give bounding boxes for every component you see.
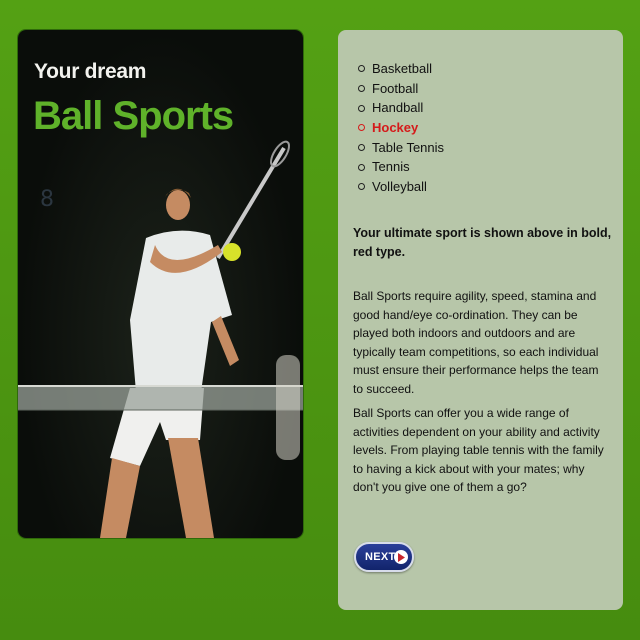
sport-label: Handball (372, 100, 424, 116)
hero-photo: 8 Your dream Ball Sports (18, 30, 303, 538)
sport-label: Hockey (372, 120, 419, 136)
radio-bullet-icon (358, 163, 365, 171)
sport-label: Football (372, 80, 419, 96)
next-button[interactable]: NEXT (354, 542, 414, 572)
sport-item-table-tennis[interactable]: Table Tennis (356, 138, 444, 158)
radio-bullet-icon (358, 124, 365, 132)
sport-item-volleyball[interactable]: Volleyball (356, 177, 444, 197)
info-panel: Basketball Football Handball Hockey Tabl… (338, 30, 623, 610)
hero-subtitle: Your dream (34, 60, 147, 83)
sport-label: Tennis (372, 159, 410, 175)
radio-bullet-icon (358, 85, 365, 93)
radio-bullet-icon (358, 183, 365, 191)
sport-label: Basketball (372, 61, 432, 76)
hero-title: Ball Sports (33, 94, 234, 138)
sport-item-football[interactable]: Football (356, 79, 444, 99)
description-paragraph-2: Ball Sports can offer you a wide range o… (353, 406, 604, 494)
sport-item-tennis[interactable]: Tennis (356, 157, 444, 177)
next-button-label: NEXT (365, 551, 396, 563)
sport-item-handball[interactable]: Handball (356, 98, 444, 118)
ultimate-sport-note: Your ultimate sport is shown above in bo… (353, 226, 612, 259)
radio-bullet-icon (358, 104, 365, 112)
app-frame: 8 Your dream Ball Sports Basketball Foot… (0, 0, 640, 640)
svg-text:8: 8 (40, 187, 54, 212)
sport-label: Table Tennis (372, 139, 445, 155)
radio-bullet-icon (358, 65, 365, 73)
sports-list: Basketball Football Handball Hockey Tabl… (356, 59, 444, 197)
description-paragraph-1: Ball Sports require agility, speed, stam… (353, 289, 599, 396)
radio-bullet-icon (358, 144, 365, 152)
sport-item-basketball[interactable]: Basketball (356, 59, 444, 79)
play-arrow-icon (394, 550, 408, 564)
sport-label: Volleyball (372, 179, 427, 195)
sport-item-hockey[interactable]: Hockey (356, 118, 444, 138)
